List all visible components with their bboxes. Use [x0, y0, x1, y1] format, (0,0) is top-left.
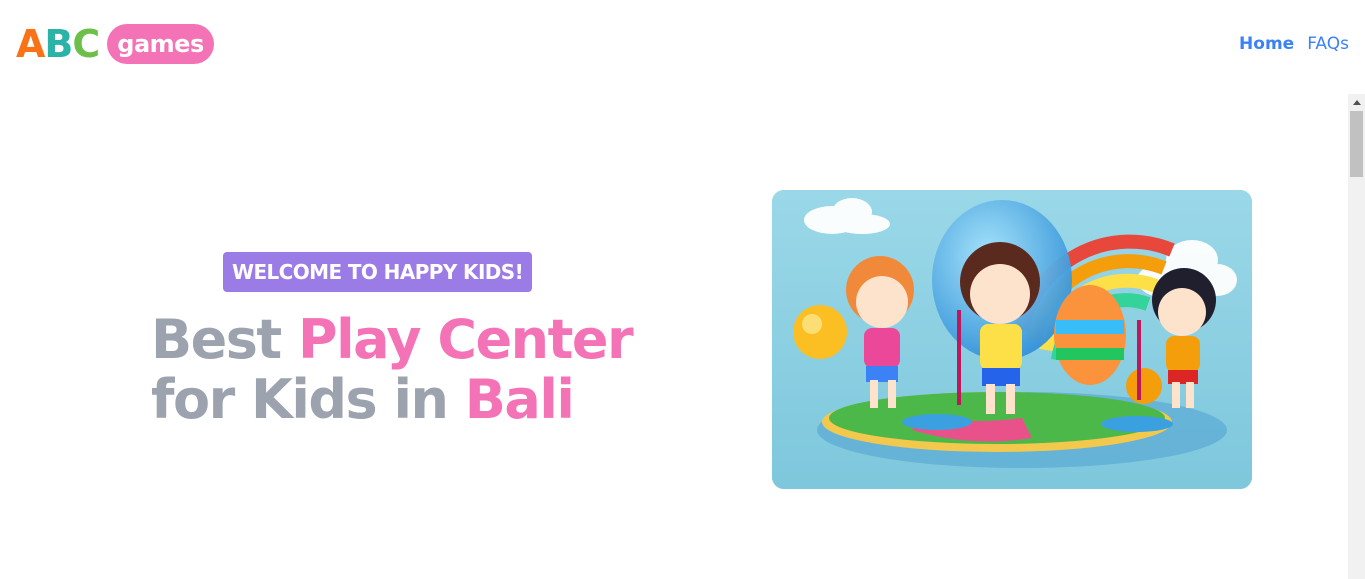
- scroll-up-arrow-icon[interactable]: [1348, 94, 1365, 111]
- logo-pill-text: games: [117, 30, 204, 58]
- hero-headline: Best Play Center for Kids in Bali: [151, 308, 634, 431]
- hero-illustration: [772, 190, 1252, 489]
- logo-letter-a: A: [16, 22, 45, 66]
- welcome-badge: WELCOME TO HAPPY KIDS!: [223, 252, 533, 292]
- logo-letter-c: C: [72, 22, 100, 66]
- headline-line2-plain: for Kids in: [151, 368, 465, 431]
- site-logo[interactable]: A B C games: [16, 22, 214, 66]
- site-header: A B C games Home FAQs: [0, 0, 1365, 90]
- kids-playground-illustration-icon: [772, 190, 1252, 489]
- headline-line1-plain: Best: [151, 308, 299, 371]
- welcome-badge-text: WELCOME TO HAPPY KIDS!: [232, 260, 524, 284]
- nav-link-home[interactable]: Home: [1239, 34, 1294, 54]
- main-nav: Home FAQs: [1239, 34, 1349, 54]
- headline-line2-accent: Bali: [464, 368, 575, 431]
- headline-line1-accent: Play Center: [298, 308, 634, 371]
- scroll-thumb[interactable]: [1350, 111, 1363, 177]
- page-scrollbar[interactable]: [1348, 94, 1365, 579]
- logo-letter-b: B: [44, 22, 73, 66]
- logo-games-pill: games: [107, 24, 214, 64]
- nav-link-faqs[interactable]: FAQs: [1307, 34, 1349, 54]
